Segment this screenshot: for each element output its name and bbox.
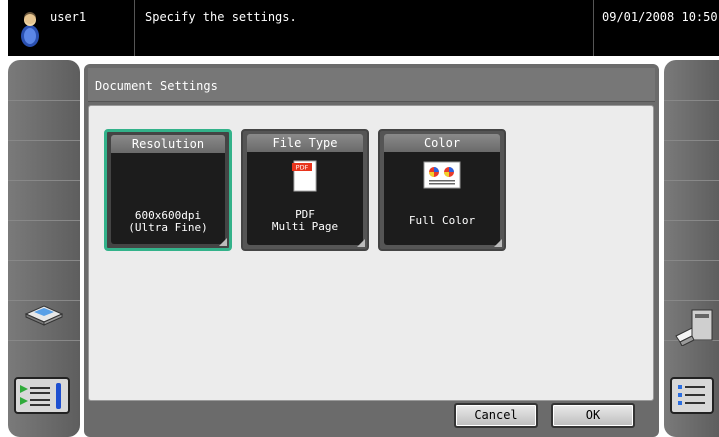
file-type-button[interactable]: File Type PDF PDF Multi Page [241, 129, 369, 251]
printer-icon[interactable] [674, 306, 716, 346]
screen: user1 Specify the settings. 09/01/2008 1… [0, 0, 719, 437]
file-type-label: File Type [247, 134, 363, 152]
left-side-panel [8, 60, 80, 437]
color-label: Color [384, 134, 500, 152]
color-value: Full Color [408, 214, 476, 227]
corner-indicator-icon [494, 239, 502, 247]
resolution-quality: (Ultra Fine) [128, 221, 208, 234]
full-color-icon [423, 161, 461, 189]
pdf-file-icon: PDF [292, 160, 317, 192]
file-type-value-area: PDF PDF Multi Page [247, 152, 363, 245]
corner-indicator-icon [219, 238, 227, 246]
instruction-text: Specify the settings. [145, 10, 297, 24]
scanner-icon[interactable] [24, 304, 64, 326]
resolution-button[interactable]: Resolution 600x600dpi (Ultra Fine) [104, 129, 232, 251]
menu-list-button[interactable] [670, 377, 714, 414]
datetime: 09/01/2008 10:50 [602, 10, 718, 24]
user-name: user1 [50, 10, 87, 24]
color-value-area: Full Color [384, 152, 500, 245]
corner-indicator-icon [357, 239, 365, 247]
panel-title-bar: Document Settings [88, 68, 655, 102]
top-bar: user1 Specify the settings. 09/01/2008 1… [8, 0, 719, 56]
user-cell[interactable]: user1 [8, 0, 135, 56]
clock-cell: 09/01/2008 10:50 [593, 0, 719, 56]
cancel-button[interactable]: Cancel [454, 403, 538, 428]
job-list-icon [20, 383, 61, 409]
job-list-button[interactable] [14, 377, 70, 414]
color-button[interactable]: Color Full Color [378, 129, 506, 251]
resolution-label: Resolution [111, 135, 225, 153]
right-side-panel [664, 60, 719, 437]
ok-button[interactable]: OK [551, 403, 635, 428]
user-icon [21, 12, 39, 47]
menu-list-icon [678, 385, 705, 405]
pdf-icon-text: PDF [296, 164, 309, 172]
panel-title: Document Settings [95, 79, 218, 93]
resolution-value-area: 600x600dpi (Ultra Fine) [111, 153, 225, 244]
file-type-page-mode: Multi Page [271, 220, 339, 233]
